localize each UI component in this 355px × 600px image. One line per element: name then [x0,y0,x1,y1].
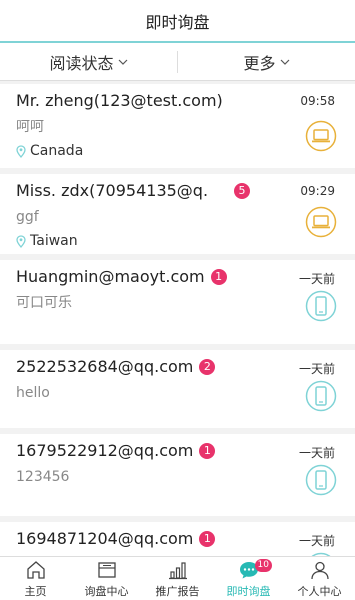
inquiry-sender: Huangmin@maoyt.com 1 [16,266,345,288]
more-label: 更多 [243,53,276,73]
desktop-device-icon [305,206,337,238]
unread-badge: 1 [199,443,216,459]
inquiry-item[interactable]: 1679522912@qq.com 1 123456 一天前 [0,434,355,516]
inquiry-item[interactable]: Mr. zheng(123@test.com) 呵呵 Canada 09:58 [0,84,355,168]
inquiry-message: hello [16,385,50,401]
tab-inquiry-center-label: 询盘中心 [84,584,129,598]
mobile-device-icon [305,380,337,412]
inquiry-message: ggf [16,209,39,225]
inquiry-time: 一天前 [298,272,335,286]
inquiry-message: 呵呵 [16,119,44,135]
unread-badge: 1 [199,531,216,547]
inquiry-time: 一天前 [298,446,335,460]
tab-profile[interactable]: 个人中心 [284,557,355,600]
location-pin-icon [16,144,26,158]
unread-badge: 1 [210,269,227,285]
unread-badge: 2 [199,359,216,375]
tab-home[interactable]: 主页 [0,557,71,600]
inquiry-sender: Mr. zheng(123@test.com) [16,91,223,110]
user-icon [310,561,329,579]
inquiry-location: Canada [16,142,345,160]
inquiry-sender: Miss. zdx(70954135@q. 5 [16,180,345,202]
mobile-device-icon [305,464,337,496]
tab-instant-inquiry-label: 即时询盘 [226,584,271,598]
page-title: 即时询盘 [145,12,210,32]
tab-home-label: 主页 [24,584,47,598]
tab-profile-label: 个人中心 [297,584,342,598]
desktop-device-icon [305,120,337,152]
tab-inquiry-center[interactable]: 询盘中心 [71,557,142,600]
home-icon [26,560,45,579]
unread-badge: 5 [234,183,251,199]
inquiry-sender: 2522532684@qq.com 2 [16,356,345,378]
tab-instant-inquiry[interactable]: 10 即时询盘 [213,557,284,600]
chevron-down-icon [118,59,127,65]
bottom-tab-bar: 主页 询盘中心 推广报告 10 即时询盘 个人中心 [0,556,355,600]
inquiry-time: 一天前 [298,362,335,376]
bar-chart-icon [168,561,187,579]
inquiry-sender: 1694871204@qq.com 1 [16,528,345,550]
inquiry-message: 123456 [16,469,70,485]
tab-promo-report[interactable]: 推广报告 [142,557,213,600]
inquiry-item[interactable]: Miss. zdx(70954135@q. 5 ggf Taiwan 09:29 [0,174,355,254]
chevron-down-icon [280,59,289,65]
inquiry-location: Taiwan [16,232,345,250]
filter-bar: 阅读状态 更多 [0,43,355,81]
location-pin-icon [16,234,26,248]
inquiry-time: 09:29 [300,184,335,198]
tab-promo-report-label: 推广报告 [155,584,200,598]
inquiry-message: 可口可乐 [16,295,72,311]
inbox-icon [97,561,116,578]
inquiry-sender: 1679522912@qq.com 1 [16,440,345,462]
read-status-filter[interactable]: 阅读状态 [0,43,177,80]
more-filter[interactable]: 更多 [178,43,355,80]
inquiry-time: 09:58 [300,94,335,108]
app-header: 即时询盘 [0,0,355,43]
inquiry-list: Mr. zheng(123@test.com) 呵呵 Canada 09:58 … [0,84,355,600]
location-text: Canada [30,143,84,159]
read-status-label: 阅读状态 [49,53,114,73]
location-text: Taiwan [30,233,78,249]
inquiry-item[interactable]: Huangmin@maoyt.com 1 可口可乐 一天前 [0,260,355,344]
mobile-device-icon [305,290,337,322]
inquiry-time: 一天前 [298,534,335,548]
tab-unread-badge: 10 [254,559,272,572]
inquiry-item[interactable]: 2522532684@qq.com 2 hello 一天前 [0,350,355,428]
